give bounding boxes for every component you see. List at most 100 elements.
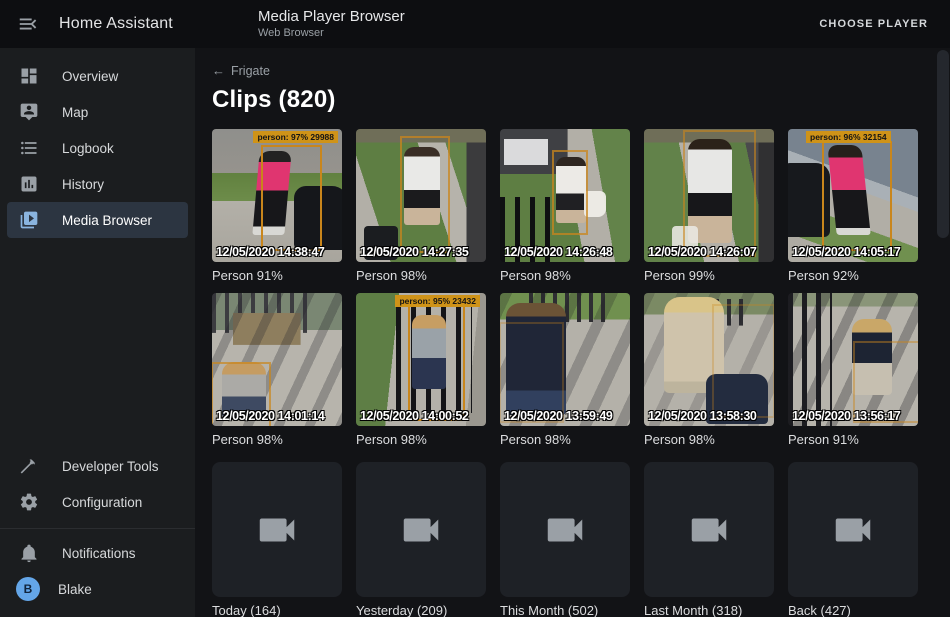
folder-card — [500, 462, 630, 597]
clip-label: Person 98% — [356, 268, 486, 283]
folder-label: Today (164) — [212, 603, 342, 617]
clip-thumbnail: person: 95% 23432 12/05/2020 14:00:52 — [356, 293, 486, 426]
clip-thumbnail: 12/05/2020 14:26:48 — [500, 129, 630, 262]
clip-thumbnail: 12/05/2020 14:27:35 — [356, 129, 486, 262]
clip-item[interactable]: 12/05/2020 14:26:48Person 98% — [500, 129, 630, 283]
clip-item[interactable]: 12/05/2020 13:59:49 Person 98% — [500, 293, 630, 447]
folder-item-back-427-[interactable]: Back (427) — [788, 462, 918, 617]
sidebar-item-label: Media Browser — [62, 213, 152, 228]
folder-item-yesterday-209-[interactable]: Yesterday (209) — [356, 462, 486, 617]
clip-thumbnail: 12/05/2020 14:26:07 — [644, 129, 774, 262]
breadcrumb-back[interactable]: ← Frigate — [212, 63, 270, 78]
gear-icon — [18, 491, 40, 513]
folder-label: Yesterday (209) — [356, 603, 486, 617]
sidebar-nav: Overview Map Logbook History Media Browser — [0, 48, 195, 238]
folder-label: Last Month (318) — [644, 603, 774, 617]
choose-player-button[interactable]: CHOOSE PLAYER — [811, 10, 936, 38]
clip-timestamp: 12/05/2020 14:00:52 — [360, 409, 468, 423]
video-camera-icon — [830, 507, 876, 553]
sidebar-bottom: Notifications B Blake — [0, 535, 195, 617]
folder-card — [212, 462, 342, 597]
folder-item-this-month-502-[interactable]: This Month (502) — [500, 462, 630, 617]
video-camera-icon — [686, 507, 732, 553]
clip-timestamp: 12/05/2020 14:26:07 — [648, 245, 756, 259]
sidebar-item-label: Developer Tools — [62, 459, 159, 474]
detection-bbox — [552, 150, 588, 235]
clip-item[interactable]: person: 97% 2998812/05/2020 14:38:47Pers… — [212, 129, 342, 283]
folder-item-last-month-318-[interactable]: Last Month (318) — [644, 462, 774, 617]
clip-timestamp: 12/05/2020 14:27:35 — [360, 245, 468, 259]
sidebar-spacer — [0, 238, 195, 448]
clip-timestamp: 12/05/2020 14:05:17 — [792, 245, 900, 259]
clip-timestamp: 12/05/2020 13:56:17 — [792, 409, 900, 423]
detection-bbox — [400, 136, 449, 253]
page-header-subtitle: Web Browser — [258, 27, 405, 40]
detection-bbox — [683, 130, 756, 256]
clip-label: Person 98% — [644, 432, 774, 447]
video-camera-icon — [254, 507, 300, 553]
clip-item[interactable]: 12/05/2020 13:58:30Person 98% — [644, 293, 774, 447]
folder-card — [788, 462, 918, 597]
clip-thumbnail: 12/05/2020 13:56:17 — [788, 293, 918, 426]
clip-item[interactable]: person: 95% 23432 12/05/2020 14:00:52 Pers… — [356, 293, 486, 447]
clip-thumbnail: person: 96% 32154 12/05/2020 14:05:17 — [788, 129, 918, 262]
video-camera-icon — [398, 507, 444, 553]
sidebar-item-label: Overview — [62, 69, 118, 84]
profile-name: Blake — [58, 582, 92, 597]
detection-bbox — [712, 304, 774, 418]
clip-item[interactable]: person: 96% 32154 12/05/2020 14:05:17 Pers… — [788, 129, 918, 283]
clip-item[interactable]: 12/05/2020 14:01:14Person 98% — [212, 293, 342, 447]
clip-thumbnail: 12/05/2020 13:59:49 — [500, 293, 630, 426]
sidebar-item-map[interactable]: Map — [0, 94, 195, 130]
sidebar-item-configuration[interactable]: Configuration — [0, 484, 195, 520]
clip-label: Person 98% — [356, 432, 486, 447]
folder-item-today-164-[interactable]: Today (164) — [212, 462, 342, 617]
sidebar-item-label: Configuration — [62, 495, 142, 510]
menu-open-icon[interactable] — [8, 4, 48, 44]
chart-box-icon — [18, 173, 40, 195]
detection-tag: person: 97% 29988 — [253, 131, 338, 143]
page-header-titles: Media Player Browser Web Browser — [258, 8, 405, 40]
scrollbar-thumb[interactable] — [937, 50, 949, 238]
page-header-title: Media Player Browser — [258, 8, 405, 26]
sidebar-item-developer-tools[interactable]: Developer Tools — [0, 448, 195, 484]
sidebar-item-label: Logbook — [62, 141, 114, 156]
back-label: Frigate — [231, 64, 270, 78]
folder-card — [644, 462, 774, 597]
folders-grid: Today (164) Yesterday (209) This Month (50… — [212, 462, 950, 617]
clip-timestamp: 12/05/2020 14:01:14 — [216, 409, 324, 423]
clip-label: Person 92% — [788, 268, 918, 283]
folder-label: Back (427) — [788, 603, 918, 617]
folder-card — [356, 462, 486, 597]
clip-timestamp: 12/05/2020 13:59:49 — [504, 409, 612, 423]
clip-label: Person 99% — [644, 268, 774, 283]
sidebar-item-label: Notifications — [62, 546, 136, 561]
clip-thumbnail: person: 97% 29988 12/05/2020 14:38:47 — [212, 129, 342, 262]
clip-item[interactable]: 12/05/2020 13:56:17Person 91% — [788, 293, 918, 447]
sidebar-item-logbook[interactable]: Logbook — [0, 130, 195, 166]
sidebar-item-label: History — [62, 177, 104, 192]
detection-tag: person: 95% 23432 — [395, 295, 480, 307]
back-arrow-icon: ← — [212, 63, 225, 78]
sidebar-item-history[interactable]: History — [0, 166, 195, 202]
sidebar-item-notifications[interactable]: Notifications — [0, 535, 195, 571]
detection-bbox — [408, 305, 465, 421]
avatar: B — [16, 577, 40, 601]
detection-tag: person: 96% 32154 — [806, 131, 891, 143]
clip-item[interactable]: 12/05/2020 14:27:35 Person 98% — [356, 129, 486, 283]
app-header: Home Assistant Media Player Browser Web … — [0, 0, 950, 48]
clip-thumbnail: 12/05/2020 14:01:14 — [212, 293, 342, 426]
tooltip-account-icon — [18, 101, 40, 123]
clip-label: Person 98% — [500, 432, 630, 447]
clip-timestamp: 12/05/2020 14:38:47 — [216, 245, 324, 259]
sidebar-item-overview[interactable]: Overview — [0, 58, 195, 94]
clip-item[interactable]: 12/05/2020 14:26:07 Person 99% — [644, 129, 774, 283]
sidebar: Overview Map Logbook History Media Browser D… — [0, 48, 195, 617]
video-camera-icon — [542, 507, 588, 553]
detection-bbox — [822, 141, 892, 251]
view-dashboard-icon — [18, 65, 40, 87]
sidebar-item-media-browser[interactable]: Media Browser — [7, 202, 188, 238]
clip-timestamp: 12/05/2020 14:26:48 — [504, 245, 612, 259]
sidebar-divider — [0, 528, 195, 529]
sidebar-item-profile[interactable]: B Blake — [0, 571, 195, 607]
